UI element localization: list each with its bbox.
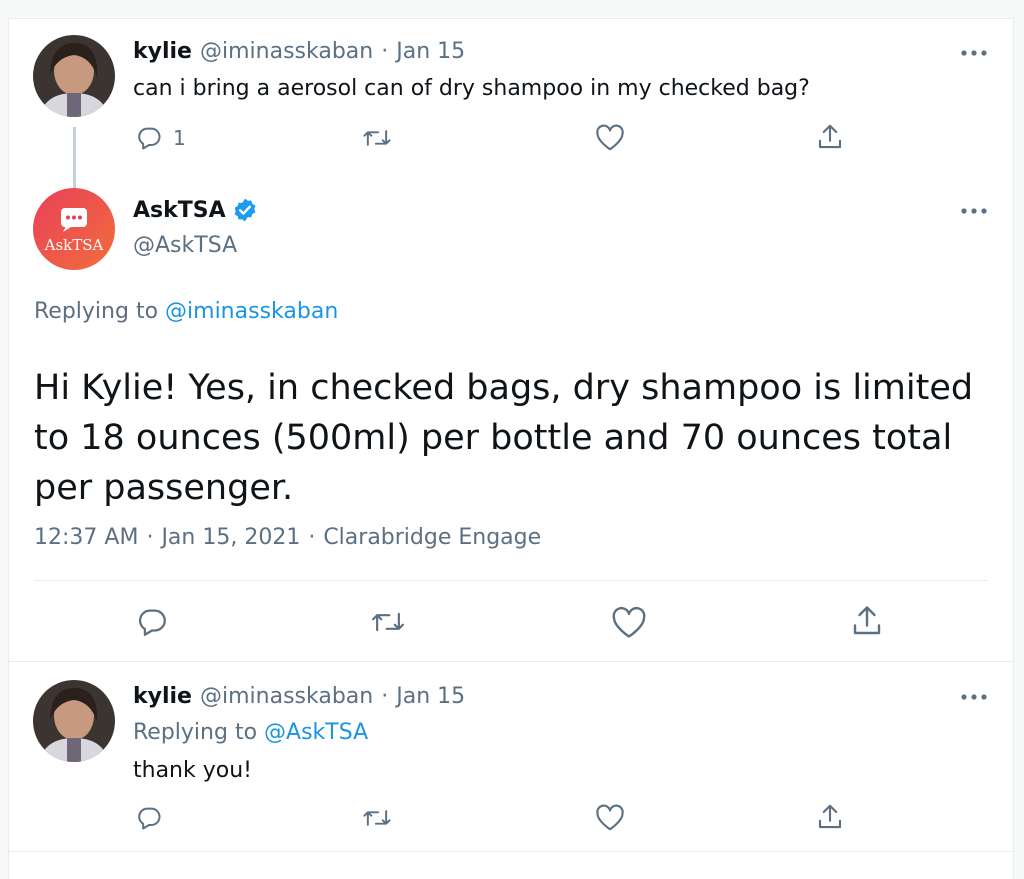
retweet-button[interactable] [361,804,393,832]
reply-icon [138,609,166,636]
replying-to: Replying to @iminasskaban [34,299,338,324]
retweet-icon [371,612,405,632]
svg-text:AskTSA: AskTSA [44,236,104,254]
separator: · [146,525,154,550]
replying-to-prefix: Replying to [34,299,159,324]
avatar-kylie[interactable] [33,35,115,117]
avatar-asktsa[interactable]: AskTSA [33,188,115,270]
like-button[interactable] [611,606,647,640]
separator: · [308,525,316,550]
share-icon [853,606,881,635]
retweet-button[interactable] [369,605,407,639]
asktsa-logo: AskTSA [33,188,115,270]
reply-icon [138,127,161,150]
separator: · [381,39,389,64]
more-icon[interactable] [959,687,989,707]
like-icon [596,804,624,831]
tweet-3-text: thank you! [133,758,252,783]
share-button[interactable] [815,122,845,152]
share-icon [818,804,842,829]
replying-to: Replying to @AskTSA [133,720,368,745]
like-icon [596,124,624,151]
tweet-3-header: kylie @iminasskaban · Jan 15 [133,684,465,709]
like-button[interactable] [595,124,625,152]
tweet-1-header: kylie @iminasskaban · Jan 15 [133,39,465,64]
thread-connector [73,127,76,197]
timeline-frame: kylie @iminasskaban · Jan 15 can i bring… [8,18,1014,879]
avatar-kylie[interactable] [33,680,115,762]
author-name[interactable]: AskTSA [133,198,226,223]
tweet-time[interactable]: 12:37 AM [34,525,138,550]
share-button[interactable] [849,603,885,639]
share-button[interactable] [815,802,845,832]
divider [9,851,1013,852]
avatar-kylie-image [33,680,115,762]
share-icon [818,124,842,149]
author-name[interactable]: kylie [133,39,192,64]
replying-to-handle[interactable]: @iminasskaban [165,299,338,324]
tweet-date[interactable]: Jan 15 [396,684,465,709]
tweet-date[interactable]: Jan 15 [396,39,465,64]
divider [34,580,988,581]
tweet-meta: 12:37 AM · Jan 15, 2021 · Clarabridge En… [34,525,541,550]
replying-to-handle[interactable]: @AskTSA [264,720,368,745]
author-name-row: AskTSA [133,197,258,223]
more-icon[interactable] [959,201,989,221]
reply-icon [138,807,161,830]
separator: · [381,684,389,709]
tweet-2-text: Hi Kylie! Yes, in checked bags, dry sham… [34,368,974,508]
verified-badge-icon [234,198,256,222]
more-icon[interactable] [959,43,989,63]
tweet-source[interactable]: Clarabridge Engage [323,525,541,550]
retweet-icon [363,810,391,826]
author-handle[interactable]: @AskTSA [133,233,237,258]
replying-to-prefix: Replying to [133,720,258,745]
author-handle[interactable]: @iminasskaban [200,684,373,709]
reply-count: 1 [173,126,186,150]
retweet-button[interactable] [361,124,393,152]
tweet-full-date[interactable]: Jan 15, 2021 [161,525,300,550]
reply-button[interactable] [135,804,163,832]
author-name[interactable]: kylie [133,684,192,709]
reply-button[interactable]: 1 [135,124,186,152]
avatar-kylie-image [33,35,115,117]
reply-button[interactable] [135,605,169,639]
author-handle[interactable]: @iminasskaban [200,39,373,64]
retweet-icon [363,130,391,146]
like-icon [612,606,646,638]
like-button[interactable] [595,804,625,832]
divider [9,661,1013,662]
tweet-1-text: can i bring a aerosol can of dry shampoo… [133,76,810,101]
